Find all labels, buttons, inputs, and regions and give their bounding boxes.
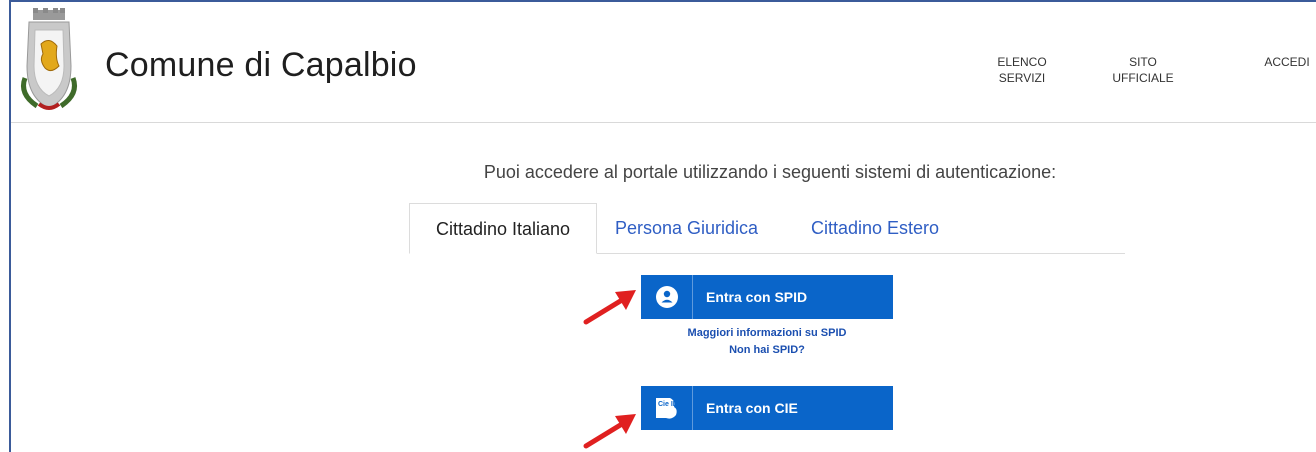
spid-login-button[interactable]: Entra con SPID [641,275,893,319]
spid-icon-box [641,275,693,319]
spid-button-label: Entra con SPID [706,289,808,305]
no-spid-link[interactable]: Non hai SPID? [641,344,893,356]
spid-user-icon [655,286,678,308]
site-header: Comune di Capalbio ELENCO SERVIZI SITO U… [11,2,1316,123]
cie-button-label: Entra con CIE [706,400,798,416]
tab-cittadino-estero[interactable]: Cittadino Estero [811,203,939,253]
spid-info-link[interactable]: Maggiori informazioni su SPID [641,327,893,339]
auth-intro-text: Puoi accedere al portale utilizzando i s… [483,162,1057,182]
coat-of-arms-icon [21,8,77,110]
cie-id-icon: Cie ID [655,398,678,419]
tab-persona-giuridica[interactable]: Persona Giuridica [615,203,758,253]
nav-elenco-servizi[interactable]: ELENCO SERVIZI [987,54,1057,86]
site-title[interactable]: Comune di Capalbio [105,46,417,85]
nav-sito-line2: UFFICIALE [1112,71,1174,85]
red-arrow-icon [583,414,636,449]
nav-sito-ufficiale[interactable]: SITO UFFICIALE [1103,54,1183,86]
cie-icon-text: Cie ID [658,401,678,408]
nav-sito-line1: SITO [1129,55,1157,69]
nav-accedi[interactable]: ACCEDI [1262,54,1312,70]
nav-elenco-line2: SERVIZI [998,71,1046,85]
red-arrow-icon [583,290,636,325]
nav-accedi-label: ACCEDI [1264,55,1310,69]
tab-cittadino-italiano[interactable]: Cittadino Italiano [409,203,597,254]
cie-login-button[interactable]: Cie ID Entra con CIE [641,386,893,430]
cie-icon-box: Cie ID [641,386,693,430]
nav-elenco-line1: ELENCO [997,55,1047,69]
auth-tabs: Cittadino Italiano Persona Giuridica Cit… [409,203,1125,254]
